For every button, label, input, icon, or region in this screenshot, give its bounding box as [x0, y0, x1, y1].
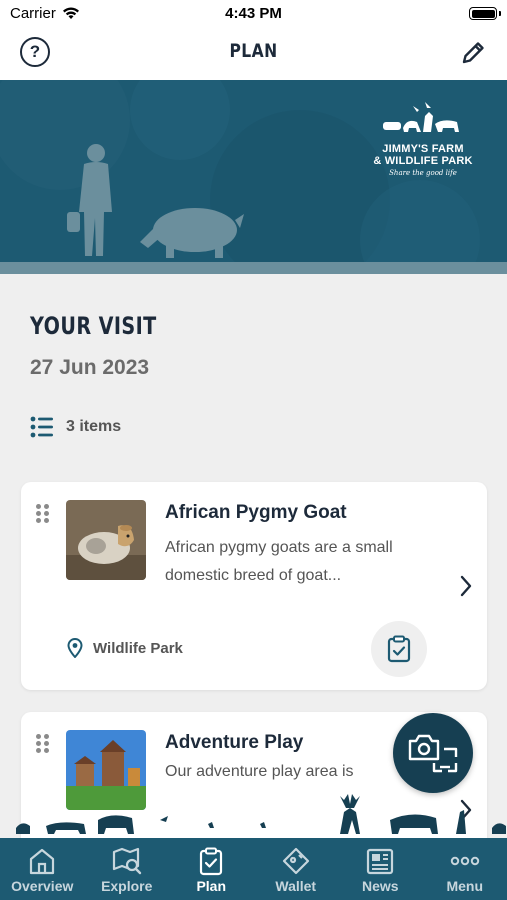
tab-label: News	[361, 878, 399, 894]
park-logo: JIMMY'S FARM & WILDLIFE PARK Share the g…	[373, 98, 473, 177]
tab-label: Wallet	[275, 878, 317, 894]
chevron-right-icon[interactable]	[459, 574, 473, 598]
logo-tagline: Share the good life	[389, 169, 457, 177]
tab-bar: Overview Explore Plan Wallet News Menu	[0, 838, 507, 900]
drag-handle-icon[interactable]	[36, 504, 50, 524]
tab-label: Overview	[11, 878, 74, 894]
logo-line1: JIMMY'S FARM	[382, 143, 464, 155]
hero-ground	[0, 262, 507, 274]
tab-menu[interactable]: Menu	[423, 838, 507, 900]
battery-tip	[499, 11, 501, 16]
tab-label: Menu	[446, 878, 484, 894]
visit-heading: YOUR VISIT	[30, 312, 157, 340]
clipboard-check-icon	[200, 847, 223, 876]
battery-icon	[469, 7, 497, 20]
tab-plan[interactable]: Plan	[169, 838, 254, 900]
page-title: PLAN	[229, 40, 278, 62]
hero-banner: JIMMY'S FARM & WILDLIFE PARK Share the g…	[0, 80, 507, 274]
goat-thumbnail	[66, 500, 146, 580]
card-title: African Pygmy Goat	[165, 502, 347, 523]
card-title: Adventure Play	[165, 732, 304, 753]
pencil-icon[interactable]	[459, 39, 487, 67]
question-mark-icon: ?	[29, 42, 41, 61]
visit-date: 27 Jun 2023	[30, 356, 150, 379]
plan-item-card[interactable]: African Pygmy Goat African pygmy goats a…	[21, 482, 487, 690]
more-icon	[450, 856, 479, 866]
status-time: 4:43 PM	[225, 5, 282, 22]
tab-explore[interactable]: Explore	[85, 838, 170, 900]
clipboard-check-icon	[387, 635, 411, 663]
tab-news[interactable]: News	[338, 838, 423, 900]
card-location: Wildlife Park	[67, 638, 183, 658]
map-search-icon	[112, 847, 141, 875]
list-icon	[30, 416, 53, 438]
mark-visited-button[interactable]	[371, 621, 427, 677]
card-location-label: Wildlife Park	[93, 639, 183, 657]
tab-overview[interactable]: Overview	[0, 838, 85, 900]
animals-logo-icon	[383, 102, 459, 132]
tab-wallet[interactable]: Wallet	[254, 838, 339, 900]
logo-line2: & WILDLIFE PARK	[373, 155, 473, 167]
map-pin-icon	[67, 638, 83, 658]
tab-label: Plan	[196, 878, 227, 894]
tab-label: Explore	[101, 878, 153, 894]
items-count-label: 3 items	[66, 418, 122, 435]
house-icon	[30, 848, 55, 875]
navigation-bar: ? PLAN	[0, 28, 507, 80]
play-area-thumbnail	[66, 730, 146, 810]
items-count: 3 items	[30, 416, 121, 438]
chevron-right-icon[interactable]	[459, 798, 473, 822]
camera-scan-icon	[408, 734, 458, 773]
drag-handle-icon[interactable]	[36, 734, 50, 754]
newspaper-icon	[367, 848, 394, 875]
scan-button[interactable]	[393, 713, 473, 793]
status-bar: Carrier 4:43 PM	[0, 0, 507, 28]
card-description: African pygmy goats are a small domestic…	[165, 539, 393, 584]
ticket-icon	[282, 847, 309, 875]
